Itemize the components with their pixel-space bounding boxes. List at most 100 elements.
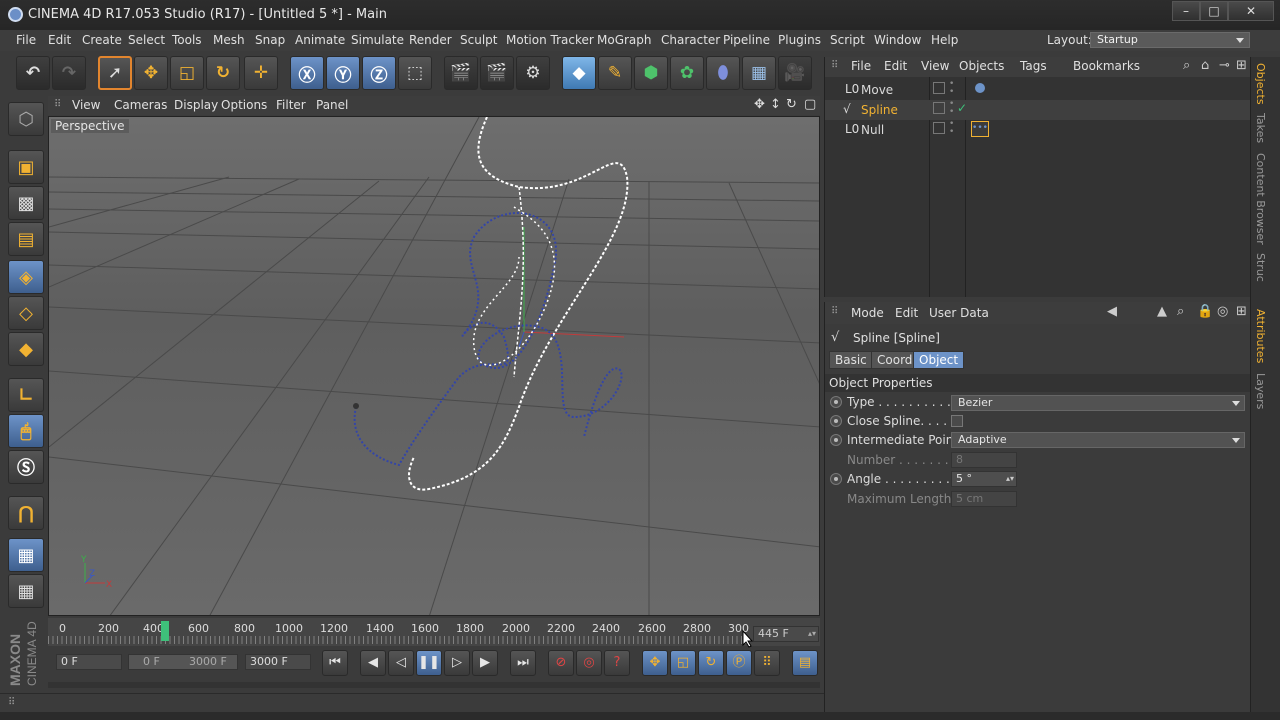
snapping-icon[interactable]: ⋂ xyxy=(8,496,44,530)
current-frame-field[interactable]: 445 F ▴▾ xyxy=(753,626,819,642)
tab-objects[interactable]: Objects xyxy=(1254,63,1267,105)
go-to-start-icon[interactable]: ⏮ xyxy=(322,650,348,676)
maximize-button[interactable]: □ xyxy=(1200,1,1228,21)
texture-mode-icon[interactable]: ▩ xyxy=(8,186,44,220)
record-active-objects-icon[interactable]: ⊘ xyxy=(548,650,574,676)
rotate-tool-icon[interactable]: ↻ xyxy=(206,56,240,90)
workplane-lock-icon[interactable]: ▦ xyxy=(8,538,44,572)
model-mode-icon[interactable]: ▣ xyxy=(8,150,44,184)
lock-icon[interactable]: 🔒 xyxy=(1197,304,1213,319)
make-editable-icon[interactable]: ⬡ xyxy=(8,102,44,136)
object-row-null[interactable]: L0 Null • • ••• xyxy=(825,120,1251,140)
deformer-icon[interactable]: ⬮ xyxy=(706,56,740,90)
menu-snap[interactable]: Snap xyxy=(255,33,285,47)
close-button[interactable]: ✕ xyxy=(1228,1,1274,21)
viewport-maximize-icon[interactable]: ▢ xyxy=(804,97,816,112)
layout-dropdown[interactable]: Startup xyxy=(1090,32,1250,48)
menu-sculpt[interactable]: Sculpt xyxy=(460,33,497,47)
menu-edit[interactable]: Edit xyxy=(48,33,71,47)
keyframe-selection-icon[interactable]: ? xyxy=(604,650,630,676)
subdivision-surface-icon[interactable]: ⬢ xyxy=(634,56,668,90)
render-settings-icon[interactable]: ⚙ xyxy=(516,56,550,90)
go-to-end-icon[interactable]: ⏭ xyxy=(510,650,536,676)
viewport-menu-view[interactable]: View xyxy=(72,98,100,112)
search-icon[interactable]: ⌕ xyxy=(1183,58,1190,73)
checkmark-icon[interactable]: ✓ xyxy=(957,101,967,115)
next-frame-icon[interactable]: ▷ xyxy=(444,650,470,676)
tweak-mode-icon[interactable]: 🖱 xyxy=(8,414,44,448)
stepper-icon[interactable]: ▴▾ xyxy=(808,627,816,641)
new-panel-icon[interactable]: ⊞ xyxy=(1236,58,1247,73)
edges-mode-icon[interactable]: ◇ xyxy=(8,296,44,330)
om-menu-bookmarks[interactable]: Bookmarks xyxy=(1073,59,1140,73)
up-arrow-icon[interactable]: ▲ xyxy=(1157,304,1167,319)
intermediate-points-dropdown[interactable]: Adaptive xyxy=(951,432,1245,448)
menu-mograph[interactable]: MoGraph xyxy=(597,33,652,47)
back-arrow-icon[interactable]: ◀ xyxy=(1107,304,1117,319)
search-icon[interactable]: ⌕ xyxy=(1177,304,1184,319)
redo-icon[interactable]: ↷ xyxy=(52,56,86,90)
spline-start-point[interactable] xyxy=(353,403,359,409)
record-parameter-icon[interactable]: Ⓟ xyxy=(726,650,752,676)
viewport-menu-options[interactable]: Options xyxy=(221,98,267,112)
cloner-icon[interactable]: ✿ xyxy=(670,56,704,90)
horizontal-splitter[interactable] xyxy=(48,682,820,688)
am-menu-mode[interactable]: Mode xyxy=(851,306,884,320)
stepper-icon[interactable]: ▴▾ xyxy=(1006,472,1014,486)
layer-icon[interactable] xyxy=(933,102,945,114)
solo-mode-icon[interactable]: Ⓢ xyxy=(8,450,44,484)
menu-file[interactable]: File xyxy=(16,33,36,47)
tab-structure[interactable]: Struc xyxy=(1254,253,1267,282)
am-menu-edit[interactable]: Edit xyxy=(895,306,918,320)
animate-toggle-icon[interactable] xyxy=(830,473,842,485)
pause-icon[interactable]: ❚❚ xyxy=(416,650,442,676)
points-mode-icon[interactable]: ◈ xyxy=(8,260,44,294)
om-menu-view[interactable]: View xyxy=(921,59,949,73)
y-axis-lock-icon[interactable]: Ⓨ xyxy=(326,56,360,90)
target-icon[interactable]: ◎ xyxy=(1217,304,1228,319)
tag-icon[interactable] xyxy=(975,83,985,93)
menu-plugins[interactable]: Plugins xyxy=(778,33,821,47)
animate-toggle-icon[interactable] xyxy=(830,434,842,446)
start-frame-field[interactable]: 0 F xyxy=(56,654,122,670)
viewport-menu-cameras[interactable]: Cameras xyxy=(114,98,167,112)
autokeying-icon[interactable]: ◎ xyxy=(576,650,602,676)
render-view-icon[interactable]: 🎬 xyxy=(444,56,478,90)
object-row-spline[interactable]: √ Spline • • ✓ xyxy=(825,100,1251,120)
perspective-viewport[interactable]: Y X Z Perspective xyxy=(48,116,820,616)
animate-toggle-icon[interactable] xyxy=(830,396,842,408)
recent-tool-icon[interactable]: ✛ xyxy=(244,56,278,90)
menu-motion-tracker[interactable]: Motion Tracker xyxy=(506,33,594,47)
menu-script[interactable]: Script xyxy=(830,33,865,47)
record-position-icon[interactable]: ✥ xyxy=(642,650,668,676)
record-scale-icon[interactable]: ◱ xyxy=(670,650,696,676)
live-selection-icon[interactable]: ➚ xyxy=(98,56,132,90)
workplane-mode-icon[interactable]: ▤ xyxy=(8,222,44,256)
layer-icon[interactable] xyxy=(933,122,945,134)
polygons-mode-icon[interactable]: ◆ xyxy=(8,332,44,366)
viewport-zoom-icon[interactable]: ↕ xyxy=(770,97,781,112)
tag-icon[interactable]: ••• xyxy=(971,121,989,137)
om-menu-file[interactable]: File xyxy=(851,59,871,73)
menu-window[interactable]: Window xyxy=(874,33,921,47)
om-menu-objects[interactable]: Objects xyxy=(959,59,1004,73)
timeline-ruler[interactable]: 0 200 400 600 800 1000 1200 1400 1600 18… xyxy=(48,618,820,646)
menu-character[interactable]: Character xyxy=(661,33,720,47)
previous-key-icon[interactable]: ◀ xyxy=(360,650,386,676)
viewport-menu-filter[interactable]: Filter xyxy=(276,98,306,112)
animate-toggle-icon[interactable] xyxy=(830,415,842,427)
record-pla-icon[interactable]: ⠿ xyxy=(754,650,780,676)
tab-layers[interactable]: Layers xyxy=(1254,373,1267,409)
coordinate-system-icon[interactable]: ⬚ xyxy=(398,56,432,90)
camera-icon[interactable]: 🎥 xyxy=(778,56,812,90)
close-spline-checkbox[interactable] xyxy=(951,415,963,427)
om-menu-edit[interactable]: Edit xyxy=(884,59,907,73)
viewport-menu-panel[interactable]: Panel xyxy=(316,98,348,112)
angle-field[interactable]: 5 ° ▴▾ xyxy=(951,471,1017,487)
pen-spline-icon[interactable]: ✎ xyxy=(598,56,632,90)
link-icon[interactable]: ⊸ xyxy=(1219,58,1230,73)
axis-mode-icon[interactable]: ∟ xyxy=(8,378,44,412)
scale-tool-icon[interactable]: ◱ xyxy=(170,56,204,90)
object-row-move[interactable]: L0 Move • • xyxy=(825,80,1251,100)
type-dropdown[interactable]: Bezier xyxy=(951,395,1245,411)
